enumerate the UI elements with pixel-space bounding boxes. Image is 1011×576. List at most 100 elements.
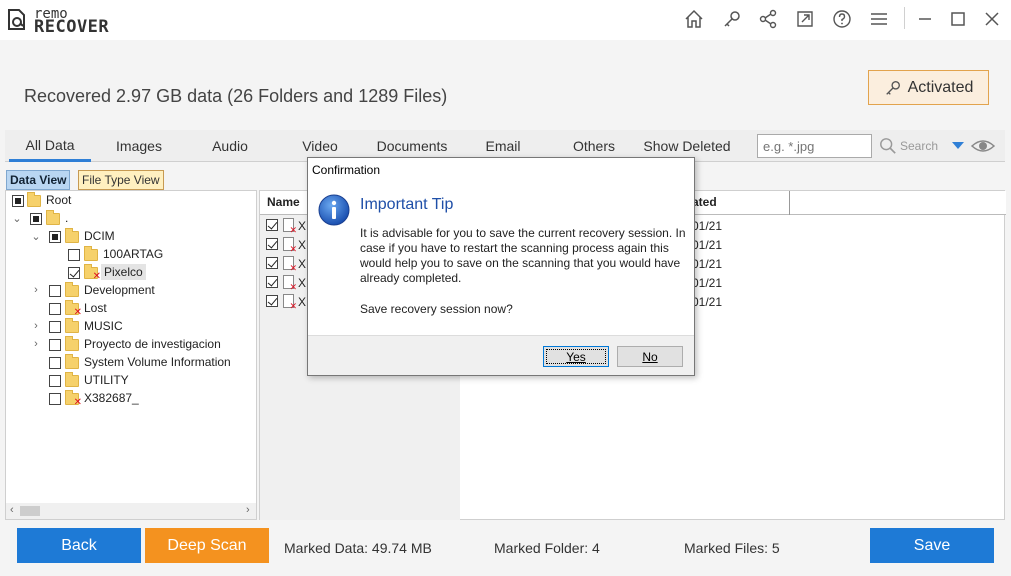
app-logo: remo RECOVER bbox=[6, 6, 136, 37]
close-icon[interactable] bbox=[978, 6, 1006, 32]
extension-search-input[interactable] bbox=[757, 134, 872, 158]
dialog-heading: Important Tip bbox=[360, 196, 454, 213]
tab-all-data[interactable]: All Data bbox=[9, 130, 91, 162]
yes-button[interactable]: Yes bbox=[543, 346, 609, 367]
activated-label: Activated bbox=[907, 78, 974, 96]
scroll-left-icon[interactable]: ‹ bbox=[10, 504, 14, 516]
tree-checkbox-proyecto[interactable] bbox=[49, 339, 61, 351]
collapse-arrow-icon[interactable]: ⌄ bbox=[31, 231, 41, 243]
tree-item-pixelco[interactable]: Pixelco bbox=[101, 264, 146, 280]
scroll-right-icon[interactable]: › bbox=[246, 504, 250, 516]
share-icon[interactable] bbox=[754, 6, 782, 32]
tree-checkbox-pixelco[interactable] bbox=[68, 267, 80, 279]
dialog-body: Important Tip It is advisable for you to… bbox=[308, 183, 694, 335]
tree-item-utility[interactable]: UTILITY bbox=[84, 373, 129, 387]
search-icon bbox=[880, 138, 896, 154]
home-icon[interactable] bbox=[680, 6, 708, 32]
deep-scan-button[interactable]: Deep Scan bbox=[145, 528, 269, 563]
marked-folder: Marked Folder: 4 bbox=[494, 540, 600, 556]
save-button[interactable]: Save bbox=[870, 528, 994, 563]
file-date: 01/21 bbox=[692, 219, 723, 233]
search-label: Search bbox=[900, 139, 939, 153]
tab-data-view[interactable]: Data View bbox=[6, 170, 71, 190]
folder-icon bbox=[84, 246, 98, 261]
collapse-arrow-icon[interactable]: ⌄ bbox=[12, 213, 22, 225]
tree-checkbox-dcim[interactable] bbox=[49, 231, 61, 243]
help-icon[interactable] bbox=[828, 6, 856, 32]
maximize-icon[interactable] bbox=[944, 6, 972, 32]
deleted-file-icon: ✕ bbox=[283, 256, 297, 273]
tree-item-dot[interactable]: . bbox=[65, 211, 68, 225]
tab-images[interactable]: Images bbox=[101, 130, 177, 162]
file-checkbox[interactable] bbox=[266, 238, 278, 250]
file-checkbox[interactable] bbox=[266, 257, 278, 269]
title-bar: remo RECOVER bbox=[0, 0, 1011, 40]
expand-arrow-icon[interactable]: › bbox=[31, 320, 41, 332]
dialog-message: It is advisable for you to save the curr… bbox=[360, 226, 686, 285]
app-window: remo RECOVER Recovered 2.97 GB data (26 … bbox=[0, 0, 1011, 576]
tree-item-x382687[interactable]: X382687_ bbox=[84, 391, 139, 405]
tree-checkbox-music[interactable] bbox=[49, 321, 61, 333]
tree-checkbox-system-volume[interactable] bbox=[49, 357, 61, 369]
file-checkbox[interactable] bbox=[266, 219, 278, 231]
tree-checkbox-dot[interactable] bbox=[30, 213, 42, 225]
folder-icon bbox=[65, 372, 79, 387]
tree-item-proyecto[interactable]: Proyecto de investigacion bbox=[84, 337, 221, 351]
scroll-thumb[interactable] bbox=[20, 506, 40, 516]
tree-item-root[interactable]: Root bbox=[46, 193, 71, 207]
tree-checkbox-100artag[interactable] bbox=[68, 249, 80, 261]
deleted-file-icon: ✕ bbox=[283, 294, 297, 311]
confirmation-dialog: Confirmation Important Tip It is advisab… bbox=[307, 157, 695, 376]
expand-arrow-icon[interactable]: › bbox=[31, 284, 41, 296]
tab-file-type-view[interactable]: File Type View bbox=[78, 170, 164, 190]
column-name-header[interactable]: Name bbox=[267, 195, 300, 209]
tree-item-dcim[interactable]: DCIM bbox=[84, 229, 115, 243]
tree-horizontal-scrollbar[interactable]: ‹ › bbox=[6, 503, 256, 519]
dialog-title: Confirmation bbox=[312, 163, 381, 177]
tree-item-system-volume[interactable]: System Volume Information bbox=[84, 355, 231, 369]
tree-checkbox-root[interactable] bbox=[12, 195, 24, 207]
activated-button[interactable]: Activated bbox=[868, 70, 989, 105]
folder-icon bbox=[65, 354, 79, 369]
folder-icon bbox=[65, 228, 79, 243]
deleted-file-icon: ✕ bbox=[283, 237, 297, 254]
file-date: 01/21 bbox=[692, 295, 723, 309]
tree-checkbox-x382687[interactable] bbox=[49, 393, 61, 405]
tab-audio[interactable]: Audio bbox=[195, 130, 265, 162]
menu-icon[interactable] bbox=[865, 6, 893, 32]
export-icon[interactable] bbox=[791, 6, 819, 32]
file-date: 01/21 bbox=[692, 276, 723, 290]
tree-checkbox-utility[interactable] bbox=[49, 375, 61, 387]
tree-item-lost[interactable]: Lost bbox=[84, 301, 107, 315]
file-date: 01/21 bbox=[692, 257, 723, 271]
expand-arrow-icon[interactable]: › bbox=[31, 338, 41, 350]
logo-word-bottom: RECOVER bbox=[34, 17, 110, 37]
back-button[interactable]: Back bbox=[17, 528, 141, 563]
filter-dropdown-icon[interactable] bbox=[952, 142, 964, 149]
marked-files: Marked Files: 5 bbox=[684, 540, 780, 556]
tree-item-music[interactable]: MUSIC bbox=[84, 319, 123, 333]
key-icon[interactable] bbox=[718, 6, 746, 32]
folder-icon bbox=[65, 318, 79, 333]
deleted-folder-icon: ✕ bbox=[65, 300, 82, 318]
no-button[interactable]: No bbox=[617, 346, 683, 367]
tree-checkbox-development[interactable] bbox=[49, 285, 61, 297]
deleted-file-icon: ✕ bbox=[283, 275, 297, 292]
marked-data: Marked Data: 49.74 MB bbox=[284, 540, 432, 556]
file-checkbox[interactable] bbox=[266, 295, 278, 307]
folder-icon bbox=[46, 210, 60, 225]
tree-item-100artag[interactable]: 100ARTAG bbox=[103, 247, 163, 261]
column-divider bbox=[789, 191, 790, 215]
tree-checkbox-lost[interactable] bbox=[49, 303, 61, 315]
folder-icon bbox=[65, 282, 79, 297]
minimize-icon[interactable] bbox=[911, 6, 939, 32]
search-button[interactable]: Search bbox=[879, 135, 938, 157]
folder-icon bbox=[65, 336, 79, 351]
file-date: 01/21 bbox=[692, 238, 723, 252]
bottom-bar: Back Deep Scan Marked Data: 49.74 MB Mar… bbox=[0, 522, 1011, 576]
dialog-footer: Yes No bbox=[308, 335, 694, 375]
file-checkbox[interactable] bbox=[266, 276, 278, 288]
column-date-header[interactable]: ated bbox=[692, 195, 717, 209]
eye-icon[interactable] bbox=[971, 137, 995, 155]
tree-item-development[interactable]: Development bbox=[84, 283, 155, 297]
